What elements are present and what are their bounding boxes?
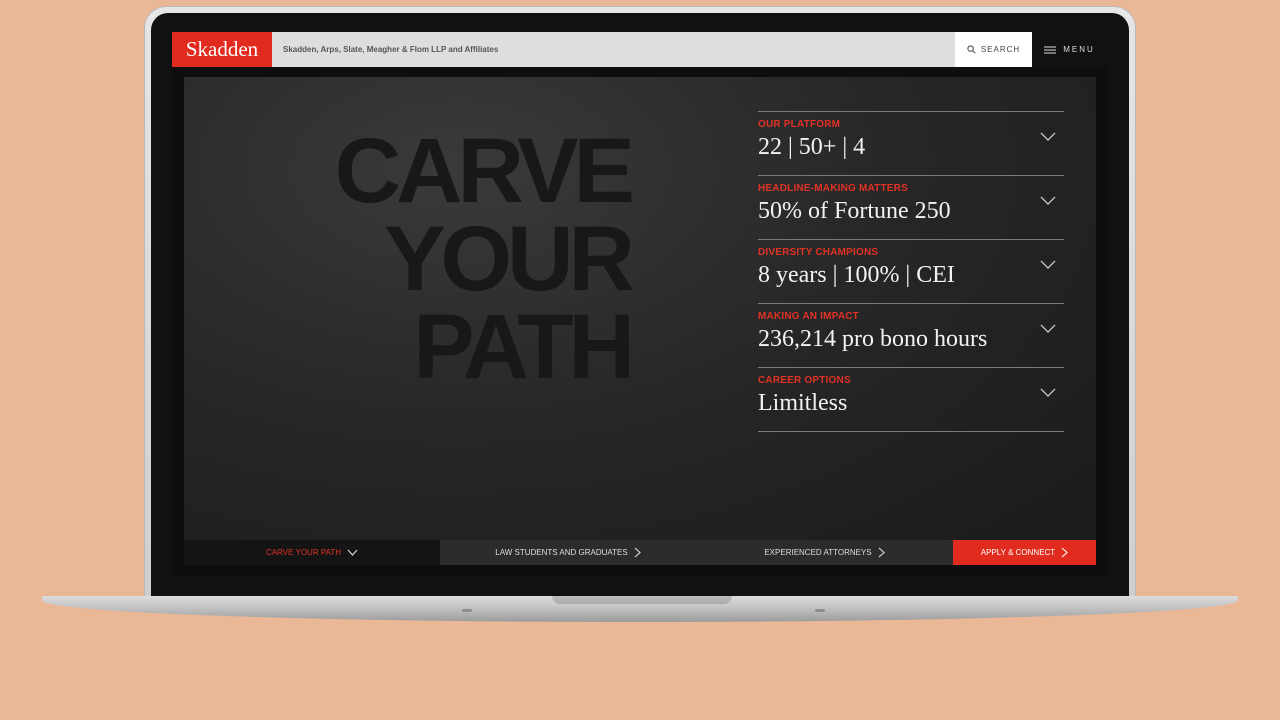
accordion-category: DIVERSITY CHAMPIONS	[758, 247, 879, 258]
accordion-category: OUR PLATFORM	[758, 119, 841, 130]
menu-button[interactable]: MENU	[1032, 32, 1107, 67]
firm-name: Skadden, Arps, Slate, Meagher & Flom LLP…	[283, 45, 499, 54]
accordion-category: CAREER OPTIONS	[758, 375, 851, 386]
hero-headline: CARVE YOUR PATH	[290, 120, 635, 398]
accordion-category: MAKING AN IMPACT	[758, 311, 859, 322]
search-icon	[967, 45, 976, 54]
stats-accordion: OUR PLATFORM 22 | 50+ | 4 HEADLINE-MAKIN…	[758, 111, 1064, 432]
headline-line: PATH	[413, 296, 635, 398]
nav-label: EXPERIENCED ATTORNEYS	[764, 548, 872, 557]
chevron-right-icon	[634, 547, 641, 558]
site-header: Skadden Skadden, Arps, Slate, Meagher & …	[172, 32, 1107, 67]
nav-experienced-attorneys[interactable]: EXPERIENCED ATTORNEYS	[696, 540, 953, 565]
chevron-down-icon	[1040, 196, 1056, 205]
chevron-down-icon	[1040, 324, 1056, 333]
skadden-logo[interactable]: Skadden	[172, 32, 272, 67]
accordion-value: 8 years | 100% | CEI	[758, 262, 955, 288]
accordion-item-our-platform[interactable]: OUR PLATFORM 22 | 50+ | 4	[758, 112, 1064, 176]
accordion-item-impact[interactable]: MAKING AN IMPACT 236,214 pro bono hours	[758, 304, 1064, 368]
accordion-value: 22 | 50+ | 4	[758, 134, 866, 160]
accordion-value: Limitless	[758, 390, 848, 416]
laptop-foot	[815, 609, 825, 612]
headline-line: CARVE	[334, 120, 635, 222]
nav-apply-connect[interactable]: APPLY & CONNECT	[953, 540, 1096, 565]
headline-line: YOUR	[384, 208, 635, 310]
chevron-right-icon	[1061, 547, 1069, 558]
accordion-item-diversity[interactable]: DIVERSITY CHAMPIONS 8 years | 100% | CEI	[758, 240, 1064, 304]
chevron-down-icon	[1040, 388, 1056, 397]
laptop-notch	[552, 596, 732, 604]
bottom-nav: CARVE YOUR PATH LAW STUDENTS AND GRADUAT…	[184, 540, 1096, 565]
nav-label: APPLY & CONNECT	[980, 548, 1056, 557]
nav-law-students[interactable]: LAW STUDENTS AND GRADUATES	[440, 540, 696, 565]
search-label: SEARCH	[980, 45, 1021, 54]
accordion-item-headline-matters[interactable]: HEADLINE-MAKING MATTERS 50% of Fortune 2…	[758, 176, 1064, 240]
nav-label: CARVE YOUR PATH	[266, 548, 341, 557]
accordion-value: 236,214 pro bono hours	[758, 326, 988, 352]
laptop-screen: Skadden Skadden, Arps, Slate, Meagher & …	[172, 32, 1107, 577]
search-button[interactable]: SEARCH	[955, 32, 1032, 67]
chevron-down-icon	[1040, 260, 1056, 269]
accordion-category: HEADLINE-MAKING MATTERS	[758, 183, 908, 194]
nav-carve-your-path[interactable]: CARVE YOUR PATH	[184, 540, 440, 565]
menu-label: MENU	[1063, 45, 1095, 54]
accordion-item-career-options[interactable]: CAREER OPTIONS Limitless	[758, 368, 1064, 432]
chevron-down-icon	[347, 549, 358, 556]
chevron-right-icon	[878, 547, 885, 558]
hamburger-icon	[1044, 46, 1057, 53]
accordion-value: 50% of Fortune 250	[758, 198, 951, 224]
chevron-down-icon	[1040, 132, 1056, 141]
nav-label: LAW STUDENTS AND GRADUATES	[495, 548, 628, 557]
laptop-foot	[462, 609, 472, 612]
hero-section: CARVE YOUR PATH OUR PLATFORM 22 | 50+ | …	[184, 77, 1096, 540]
